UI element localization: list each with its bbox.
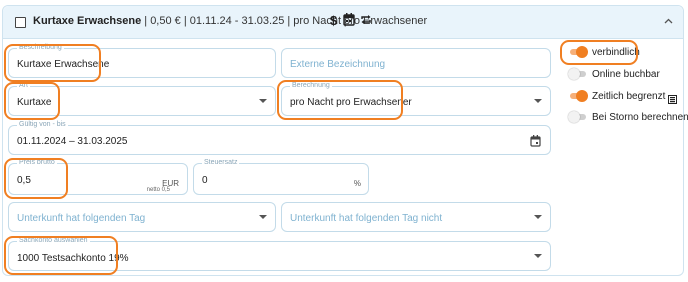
chevron-down-icon bbox=[534, 215, 542, 219]
chevron-down-icon bbox=[259, 215, 267, 219]
calendar-icon[interactable] bbox=[530, 134, 541, 152]
beschreibung-value: Kurtaxe Erwachsene bbox=[17, 59, 110, 70]
sachkonto-select[interactable]: Sachkonto auswählen 1000 Testsachkonto 1… bbox=[8, 236, 551, 271]
toggle-online-buchbar-label: Online buchbar bbox=[592, 69, 660, 80]
list-icon[interactable] bbox=[668, 91, 677, 109]
tag-select[interactable]: Unterkunft hat folgenden Tag bbox=[8, 202, 276, 232]
berechnung-value: pro Nacht pro Erwachsener bbox=[290, 97, 412, 108]
netto-hint: netto 0,5 bbox=[146, 187, 170, 193]
externe-bezeichnung-field[interactable]: Externe Bezeichnung bbox=[281, 48, 551, 78]
tag-nicht-placeholder: Unterkunft hat folgenden Tag nicht bbox=[290, 213, 443, 224]
tag-placeholder: Unterkunft hat folgenden Tag bbox=[17, 213, 146, 224]
art-value: Kurtaxe bbox=[17, 97, 52, 108]
toggle-online-buchbar[interactable] bbox=[568, 68, 588, 80]
berechnung-label: Berechnung bbox=[290, 81, 332, 91]
dollar-icon[interactable]: $ bbox=[330, 14, 337, 28]
beschreibung-field[interactable]: Beschreibung Kurtaxe Erwachsene bbox=[8, 43, 276, 78]
gueltig-value: 01.11.2024 – 31.03.2025 bbox=[17, 136, 128, 147]
berechnung-select[interactable]: Berechnung pro Nacht pro Erwachsener bbox=[281, 81, 551, 116]
toggle-bei-storno-label: Bei Storno berechnen bbox=[592, 112, 688, 123]
steuersatz-field[interactable]: Steuersatz 0 % bbox=[193, 158, 369, 195]
sachkonto-label: Sachkonto auswählen bbox=[17, 236, 90, 246]
card-title-details: | 0,50 € | 01.11.24 - 31.03.25 | pro Nac… bbox=[141, 15, 428, 27]
gueltig-label: Gültig von - bis bbox=[17, 120, 68, 130]
calendar-icon[interactable] bbox=[343, 13, 355, 29]
preis-brutto-field[interactable]: Preis brutto 0,5 EUR netto 0,5 bbox=[8, 158, 188, 195]
steuersatz-value: 0 bbox=[202, 175, 208, 186]
sachkonto-value: 1000 Testsachkonto 19% bbox=[17, 253, 129, 264]
tag-nicht-select[interactable]: Unterkunft hat folgenden Tag nicht bbox=[281, 202, 551, 232]
art-label: Art bbox=[17, 81, 30, 91]
beschreibung-label: Beschreibung bbox=[17, 43, 64, 53]
chevron-down-icon bbox=[259, 99, 267, 103]
preis-brutto-value: 0,5 bbox=[17, 175, 31, 186]
externe-bezeichnung-placeholder: Externe Bezeichnung bbox=[290, 59, 386, 70]
select-checkbox[interactable] bbox=[15, 17, 26, 28]
gueltig-date-range[interactable]: Gültig von - bis 01.11.2024 – 31.03.2025 bbox=[8, 120, 551, 155]
toggle-bei-storno[interactable] bbox=[568, 111, 588, 123]
steuersatz-label: Steuersatz bbox=[202, 158, 240, 168]
chevron-down-icon bbox=[534, 99, 542, 103]
card-header[interactable]: Kurtaxe Erwachsene | 0,50 € | 01.11.24 -… bbox=[3, 6, 683, 39]
chevron-up-icon[interactable] bbox=[664, 15, 673, 27]
toggle-zeitlich-begrenzt[interactable] bbox=[568, 90, 588, 102]
toggle-verbindlich[interactable] bbox=[568, 46, 588, 58]
card-title-name: Kurtaxe Erwachsene bbox=[33, 15, 142, 27]
preis-brutto-label: Preis brutto bbox=[17, 158, 57, 168]
percent-suffix: % bbox=[353, 179, 361, 188]
chevron-down-icon bbox=[534, 254, 542, 258]
toggle-zeitlich-begrenzt-label: Zeitlich begrenzt bbox=[592, 91, 666, 102]
toggle-verbindlich-label: verbindlich bbox=[592, 47, 640, 58]
repeat-icon[interactable] bbox=[360, 13, 372, 29]
art-select[interactable]: Art Kurtaxe bbox=[8, 81, 276, 116]
